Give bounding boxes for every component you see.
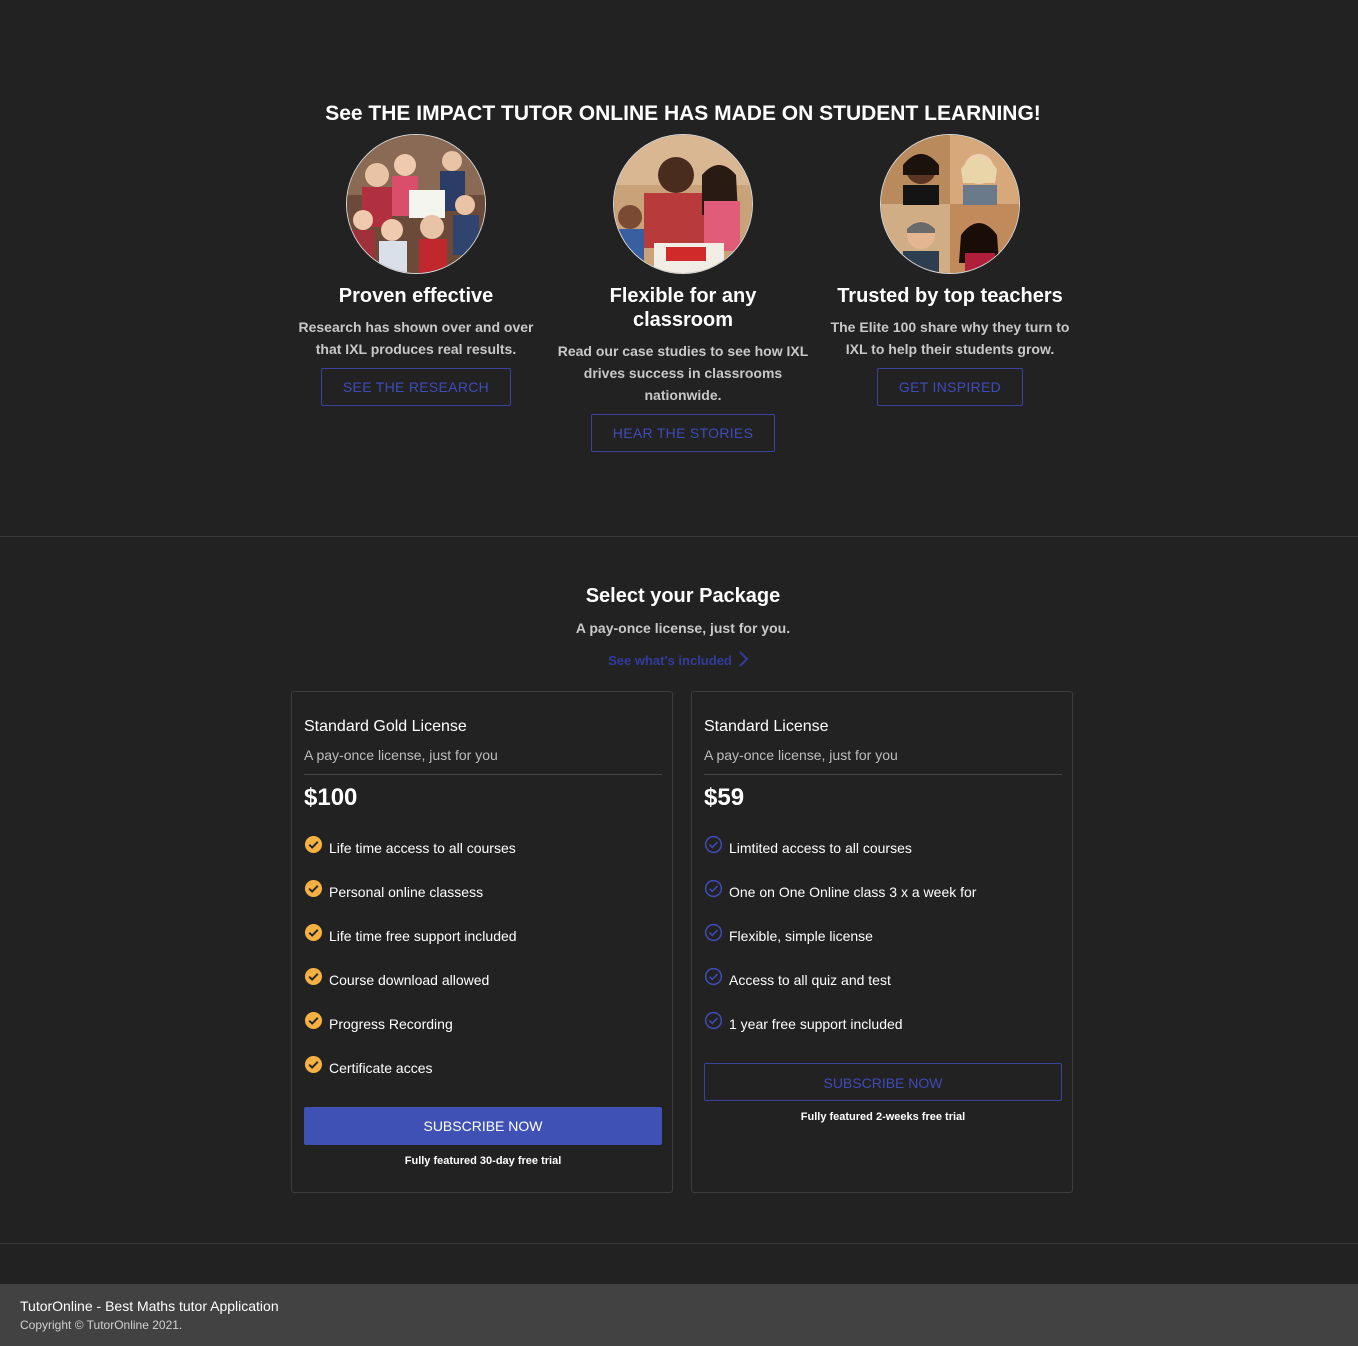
teacher-with-students-photo <box>613 134 753 274</box>
plan-feature-item: Life time access to all courses <box>304 835 517 880</box>
footer: TutorOnline - Best Maths tutor Applicati… <box>0 1284 1358 1346</box>
feature-heading: Proven effective <box>338 285 494 307</box>
feature-text: Research has shown over and over that IX… <box>298 319 534 357</box>
feature-heading: Flexible for any classroom <box>609 285 757 331</box>
see-whats-included-link[interactable]: See what's included <box>0 650 1358 671</box>
footer-title: TutorOnline - Best Maths tutor Applicati… <box>20 1298 279 1314</box>
section-divider <box>0 536 1358 537</box>
check-circle-outline-icon <box>704 835 723 854</box>
hear-the-stories-button[interactable]: HEAR THE STORIES <box>590 414 776 452</box>
plan-feature-list: Life time access to all courses Personal… <box>304 835 517 1100</box>
plan-card-standard: Standard License A pay-once license, jus… <box>691 691 1073 1193</box>
plan-price: $100 <box>304 784 358 811</box>
feature-text: Read our case studies to see how IXL dri… <box>557 343 809 403</box>
packages-subtitle: A pay-once license, just for you. <box>575 620 791 636</box>
plan-feature-item: Personal online classess <box>304 879 517 924</box>
check-circle-icon <box>304 923 323 942</box>
plan-name: Standard Gold License <box>304 718 467 735</box>
plan-trial-note: Fully featured 30-day free trial <box>404 1155 562 1167</box>
plan-feature-item: Limtited access to all courses <box>704 835 976 880</box>
plan-description: A pay-once license, just for you <box>704 747 898 763</box>
see-whats-included-label: See what's included <box>608 653 732 668</box>
chevron-right-icon <box>738 650 750 671</box>
impact-title: See THE IMPACT TUTOR ONLINE HAS MADE ON … <box>325 102 1041 125</box>
feature-heading: Trusted by top teachers <box>837 285 1063 307</box>
see-the-research-button[interactable]: SEE THE RESEARCH <box>320 368 512 406</box>
feature-flexible-classroom: Flexible for any classroom Read our case… <box>553 134 813 452</box>
check-circle-icon <box>304 967 323 986</box>
feature-proven-effective: Proven effective Research has shown over… <box>286 134 546 406</box>
plan-description: A pay-once license, just for you <box>304 747 498 763</box>
check-circle-icon <box>304 835 323 854</box>
plan-trial-note: Fully featured 2-weeks free trial <box>800 1111 966 1123</box>
students-group-photo <box>346 134 486 274</box>
subscribe-now-button-standard[interactable]: SUBSCRIBE NOW <box>704 1063 1062 1101</box>
plan-name: Standard License <box>704 718 829 735</box>
get-inspired-button[interactable]: GET INSPIRED <box>876 368 1024 406</box>
plan-feature-item: Life time free support included <box>304 923 517 968</box>
plan-feature-item: Course download allowed <box>304 967 517 1012</box>
check-circle-outline-icon <box>704 1011 723 1030</box>
check-circle-icon <box>304 1011 323 1030</box>
feature-text: The Elite 100 share why they turn to IXL… <box>830 319 1070 357</box>
section-divider <box>0 1243 1358 1244</box>
plan-feature-list: Limtited access to all courses One on On… <box>704 835 976 1056</box>
subscribe-now-button-gold[interactable]: SUBSCRIBE NOW <box>304 1107 662 1145</box>
plan-price: $59 <box>704 784 745 811</box>
plan-feature-item: Progress Recording <box>304 1011 517 1056</box>
check-circle-outline-icon <box>704 923 723 942</box>
teachers-collage-photo <box>880 134 1020 274</box>
plan-feature-item: Certificate acces <box>304 1055 517 1100</box>
check-circle-icon <box>304 1055 323 1074</box>
plan-card-gold: Standard Gold License A pay-once license… <box>291 691 673 1193</box>
plan-feature-item: Flexible, simple license <box>704 923 976 968</box>
feature-trusted-teachers: Trusted by top teachers The Elite 100 sh… <box>820 134 1080 406</box>
check-circle-icon <box>304 879 323 898</box>
plan-divider <box>304 774 662 775</box>
plan-feature-item: 1 year free support included <box>704 1011 976 1056</box>
plan-feature-item: Access to all quiz and test <box>704 967 976 1012</box>
plan-divider <box>704 774 1062 775</box>
plan-feature-item: One on One Online class 3 x a week for <box>704 879 976 924</box>
impact-section: See THE IMPACT TUTOR ONLINE HAS MADE ON … <box>0 0 1358 536</box>
packages-title: Select your Package <box>585 585 781 607</box>
check-circle-outline-icon <box>704 879 723 898</box>
footer-copyright: Copyright © TutorOnline 2021. <box>20 1318 183 1332</box>
check-circle-outline-icon <box>704 967 723 986</box>
